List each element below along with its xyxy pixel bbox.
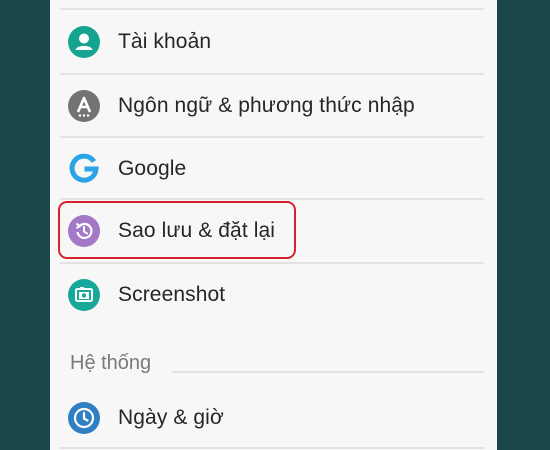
- highlight-box: [58, 201, 296, 259]
- settings-item-date-time[interactable]: Ngày & giờ: [50, 387, 497, 449]
- account-icon: [67, 25, 101, 59]
- settings-item-google[interactable]: Google: [50, 138, 497, 200]
- settings-item-label: Screenshot: [118, 283, 226, 306]
- section-divider: [172, 371, 484, 373]
- divider: [60, 8, 484, 10]
- section-header-system: Hệ thống: [70, 352, 152, 374]
- settings-item-label: Tài khoản: [118, 30, 212, 53]
- settings-panel: Tài khoản Ngôn ngữ & phương thức nhập Go…: [50, 0, 497, 450]
- settings-item-label: Ngày & giờ: [118, 406, 224, 429]
- clock-icon: [67, 401, 101, 435]
- language-input-icon: [67, 89, 101, 123]
- settings-item-label: Google: [118, 157, 187, 180]
- settings-item-accounts[interactable]: Tài khoản: [50, 11, 497, 73]
- settings-item-screenshot[interactable]: Screenshot: [50, 264, 497, 326]
- settings-item-language-input[interactable]: Ngôn ngữ & phương thức nhập: [50, 75, 497, 137]
- screenshot-icon: [67, 278, 101, 312]
- divider: [60, 447, 484, 449]
- google-icon: [67, 152, 101, 186]
- settings-item-label: Ngôn ngữ & phương thức nhập: [118, 94, 415, 117]
